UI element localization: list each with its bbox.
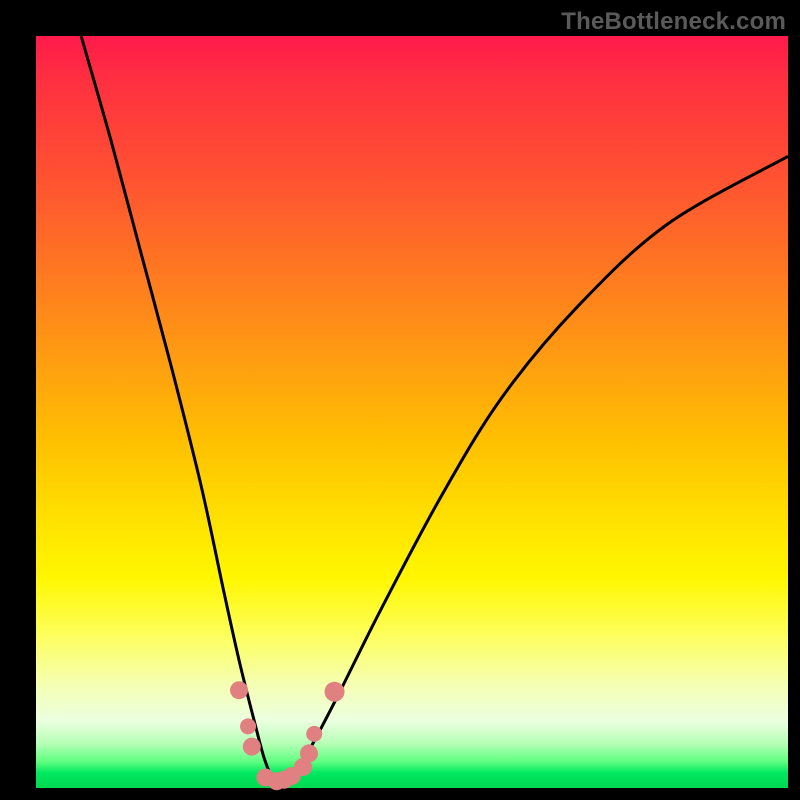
chart-frame: TheBottleneck.com	[0, 0, 800, 800]
watermark-text: TheBottleneck.com	[561, 8, 786, 36]
data-marker	[240, 718, 256, 734]
data-marker	[306, 726, 322, 742]
data-marker	[300, 744, 318, 762]
bottleneck-curve	[81, 36, 788, 785]
data-marker	[243, 738, 261, 756]
data-marker	[230, 681, 248, 699]
data-marker	[325, 682, 345, 702]
chart-svg	[0, 0, 800, 800]
